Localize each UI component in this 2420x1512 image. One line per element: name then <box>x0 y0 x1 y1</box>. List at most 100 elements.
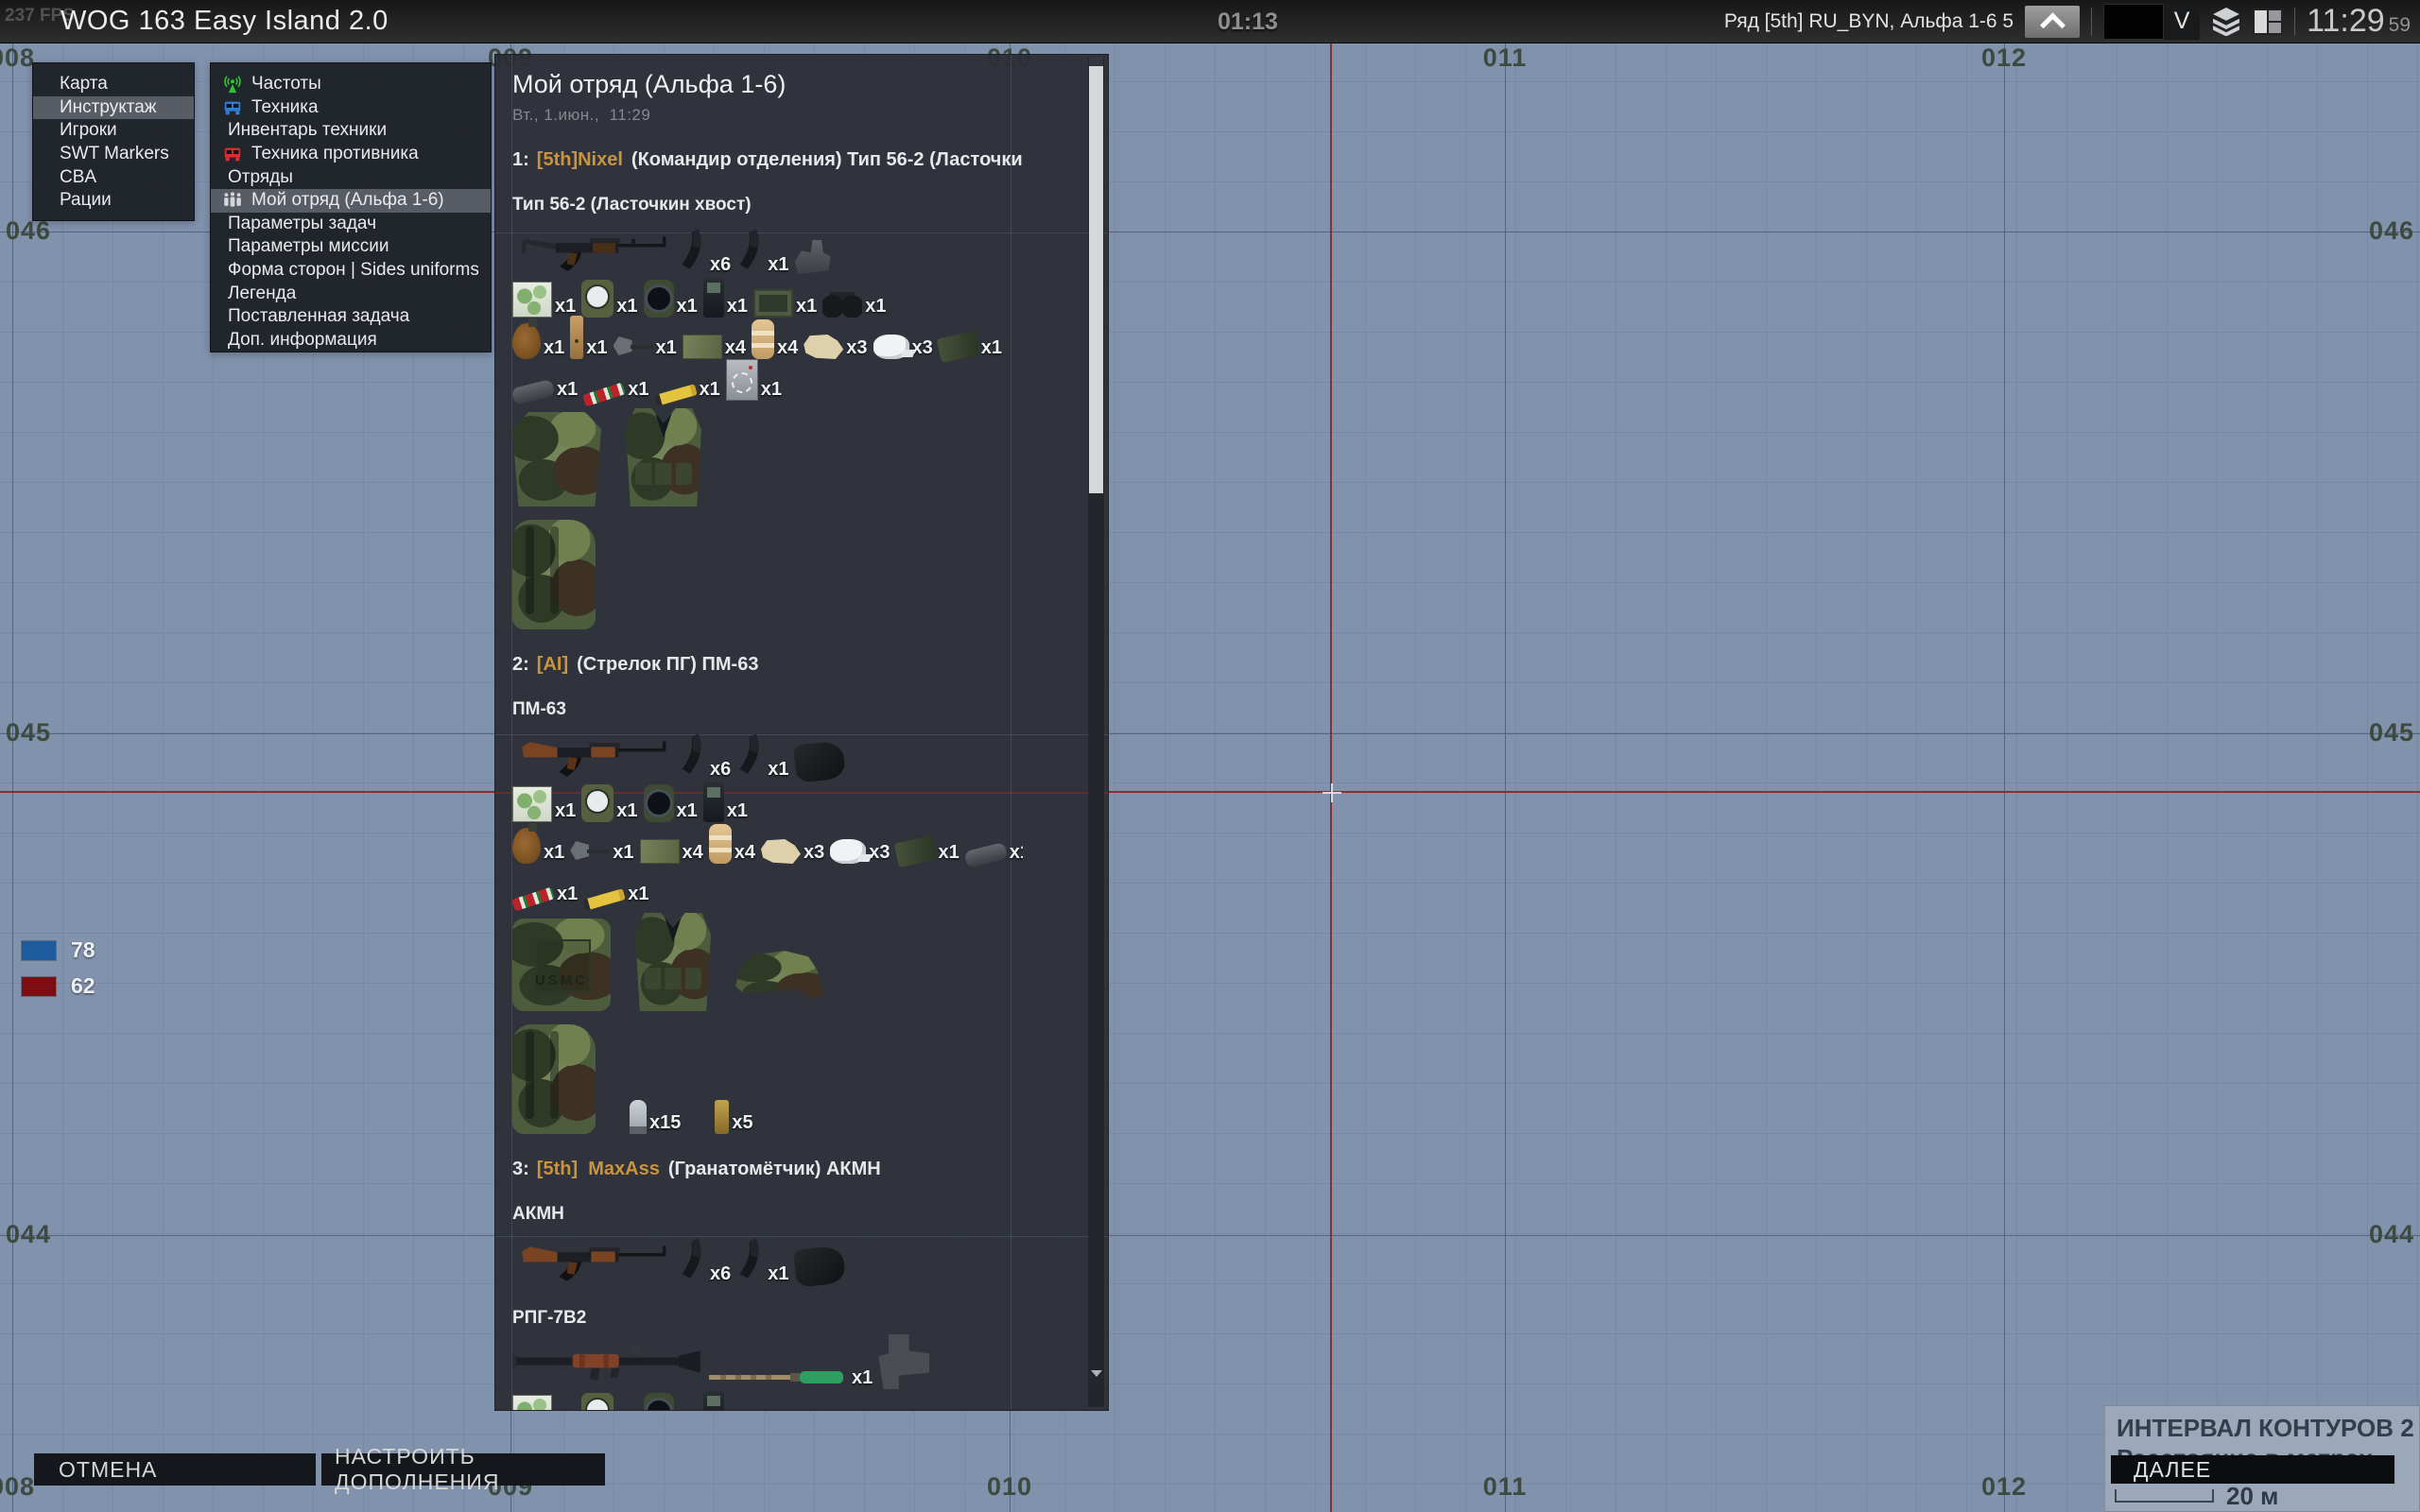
inventory-item: x1 <box>570 316 607 359</box>
ak-magazine-icon <box>736 227 765 276</box>
briefing-sections-menu: КартаИнструктажИгрокиSWT MarkersCBAРации <box>32 62 195 221</box>
inventory-item: x5 <box>715 1100 752 1134</box>
item-count: x4 <box>777 338 798 359</box>
voice-key-label: V <box>2164 4 2200 40</box>
menu-item[interactable]: Поставленная задача <box>211 305 491 329</box>
menu-item[interactable]: CBA <box>33 165 194 189</box>
scroll-down-icon[interactable] <box>1091 1370 1102 1377</box>
watch-icon <box>644 280 674 318</box>
soldier-header: 1:[5th]Nixel(Командир отделения) Тип 56-… <box>512 149 1023 172</box>
grid-coordinate-label: 044 <box>2369 1220 2414 1249</box>
grid-coordinate-label: 010 <box>987 1472 1032 1502</box>
menu-item[interactable]: Игроки <box>33 119 194 143</box>
inventory-item: x1 <box>581 1393 637 1410</box>
usmc-bag-icon: USMC <box>512 919 611 1011</box>
nvg-icon <box>937 331 980 363</box>
menu-item[interactable]: Инвентарь техники <box>211 119 491 143</box>
inventory-row <box>512 518 1023 629</box>
rifle-type56-icon <box>512 223 673 276</box>
menu-item[interactable]: Отряды <box>211 165 491 189</box>
item-count: x1 <box>544 843 564 864</box>
item-count: x1 <box>557 380 578 401</box>
ak-magazine-icon <box>679 227 707 276</box>
inventory-item: x1 <box>939 335 1002 359</box>
menu-item[interactable]: Параметры задач <box>211 213 491 236</box>
grid-coordinate-label: 045 <box>2369 718 2414 747</box>
inventory-item <box>635 913 711 1011</box>
continue-button[interactable]: ДАЛЕЕ <box>2111 1455 2394 1484</box>
menu-item[interactable]: Карта <box>33 73 194 96</box>
menu-item[interactable]: Форма сторон | Sides uniforms <box>211 259 491 283</box>
inventory-item: x6 <box>679 731 731 781</box>
grenade-icon <box>512 828 541 864</box>
map-icon <box>512 282 552 318</box>
item-count: x1 <box>768 1264 788 1285</box>
mission-title: WOG 163 Easy Island 2.0 <box>60 6 389 37</box>
inventory-row: USMC <box>512 911 1023 1011</box>
item-count: x1 <box>628 380 648 401</box>
contour-interval-label: ИНТЕРВАЛ КОНТУРОВ 2 м <box>2117 1414 2420 1443</box>
menu-item-label: Легенда <box>220 284 296 304</box>
grid-coordinate-label: 046 <box>2369 216 2414 246</box>
item-count: x1 <box>761 380 782 401</box>
layout-icon[interactable] <box>2253 9 2283 35</box>
map-legend: 7862 <box>22 937 95 999</box>
item-count: x1 <box>616 297 637 318</box>
inventory-item: x4 <box>683 335 746 359</box>
inventory-item: x1 <box>736 1236 788 1285</box>
map-icon <box>512 1395 552 1410</box>
menu-item[interactable]: Техника <box>211 96 491 120</box>
menu-item[interactable]: Доп. информация <box>211 329 491 352</box>
cancel-button[interactable]: ОТМЕНА <box>34 1453 316 1486</box>
top-bar: 237 FPS WOG 163 Easy Island 2.0 01:13 Ря… <box>0 0 2420 43</box>
scrollbar-thumb[interactable] <box>1089 66 1103 493</box>
shovel-icon <box>570 839 610 864</box>
loadout-label: АКМН <box>512 1204 1023 1225</box>
menu-item[interactable]: Инструктаж <box>33 96 194 120</box>
briefing-topics-menu: ЧастотыТехникаИнвентарь техникиТехника п… <box>210 62 492 352</box>
item-count: x1 <box>555 801 576 822</box>
soldier-role: (Гранатомётчик) АКМН <box>668 1159 881 1179</box>
legend-row: 62 <box>22 973 95 999</box>
menu-item[interactable]: Легенда <box>211 282 491 305</box>
grid-coordinate-label: 045 <box>6 718 51 747</box>
rifle-akm-icon <box>512 1232 673 1285</box>
item-count: x1 <box>586 338 607 359</box>
compass-icon <box>581 784 614 822</box>
menu-item[interactable]: Рации <box>33 189 194 213</box>
grid-coordinate-label: 008 <box>0 43 35 73</box>
menu-item[interactable]: Техника противника <box>211 143 491 166</box>
red-contour-line-horizontal <box>0 791 2420 793</box>
inventory-item: x1 <box>703 278 748 318</box>
inventory-item: x1 <box>581 280 637 318</box>
field-dressing-icon <box>640 839 680 864</box>
inventory-item: x1 <box>965 843 1023 864</box>
menu-item-label: Техника противника <box>251 144 419 164</box>
scrollbar[interactable] <box>1088 58 1104 1407</box>
layers-icon[interactable] <box>2211 8 2241 36</box>
menu-item[interactable]: Параметры миссии <box>211 235 491 259</box>
legend-value: 78 <box>71 937 95 963</box>
loadout-label: РПГ-7В2 <box>512 1308 1023 1329</box>
grid-line <box>2004 43 2005 1512</box>
item-count: x1 <box>700 380 720 401</box>
item-count: x3 <box>804 843 824 864</box>
compass-icon <box>581 280 614 318</box>
menu-item[interactable]: Мой отряд (Альфа 1-6) <box>211 189 491 213</box>
inventory-item: x1 <box>896 839 959 864</box>
configure-addons-button[interactable]: НАСТРОИТЬ ДОПОЛНЕНИЯ <box>321 1453 605 1486</box>
inventory-item <box>512 520 596 629</box>
menu-item[interactable]: Частоты <box>211 73 491 96</box>
inventory-item: USMC <box>512 919 611 1011</box>
inventory-item <box>512 1334 701 1389</box>
item-count: x1 <box>727 297 748 318</box>
inventory-item: x1 <box>512 282 576 318</box>
scroll-up-icon[interactable] <box>1089 58 1103 66</box>
inventory-item: x4 <box>640 839 703 864</box>
inventory-row <box>512 406 1023 507</box>
inventory-item: x1 <box>655 380 720 401</box>
collapse-button[interactable] <box>2025 6 2080 38</box>
pencil-icon <box>654 384 698 406</box>
menu-item[interactable]: SWT Markers <box>33 143 194 166</box>
voice-channel-control[interactable]: V <box>2103 4 2200 40</box>
